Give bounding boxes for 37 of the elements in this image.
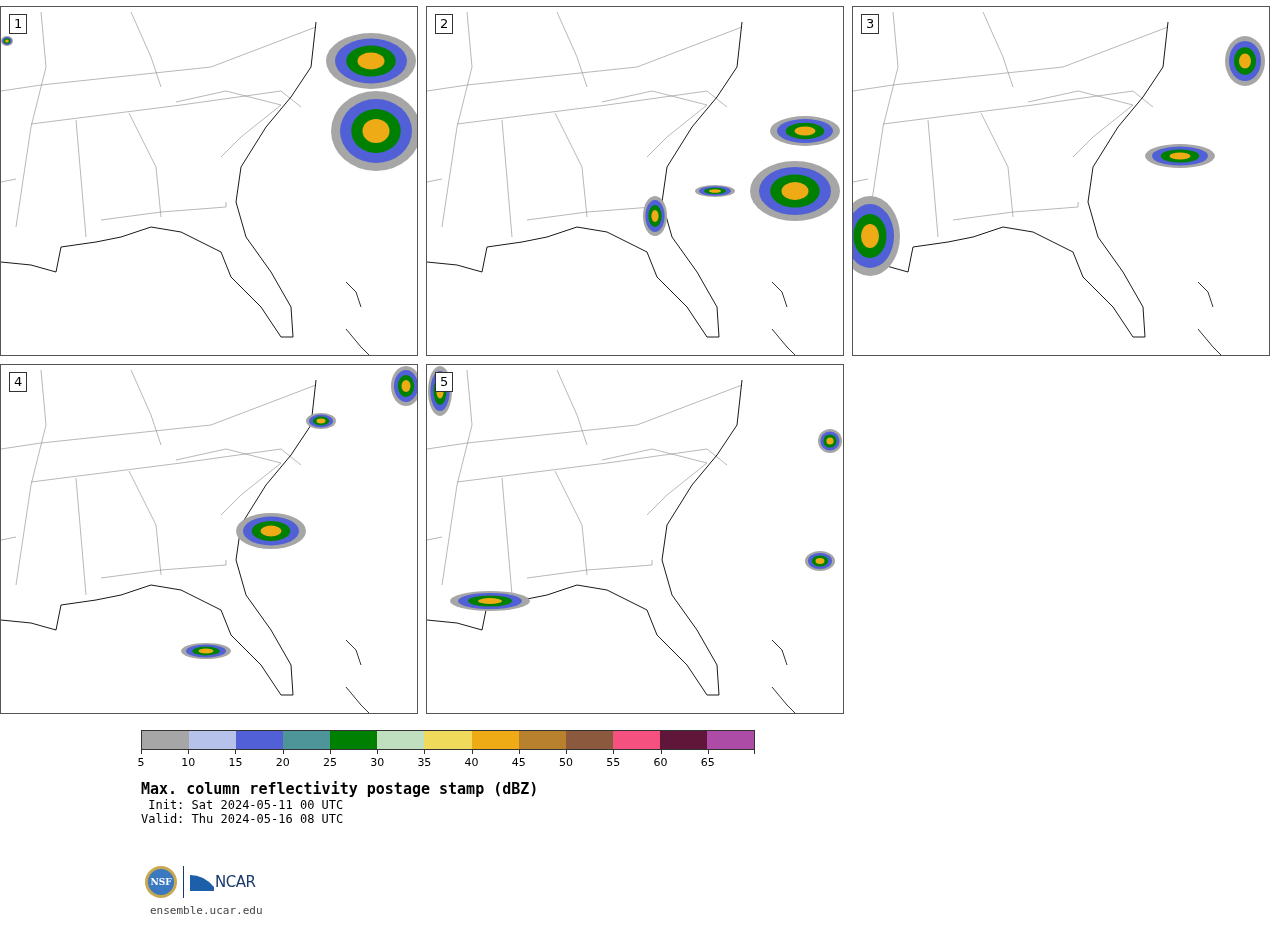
- tick-label: 45: [511, 756, 526, 769]
- radar-echo-drawing: [1145, 144, 1215, 168]
- radar-echo-drawing: [770, 116, 840, 146]
- panel-number: 4: [9, 372, 28, 392]
- radar-echo-drawing: [643, 196, 667, 236]
- init-time: Init: Sat 2024-05-11 00 UTC: [147, 798, 345, 812]
- radar-echo-drawing: [818, 429, 842, 453]
- radar-echo-drawing: [695, 185, 735, 197]
- tick-label: 40: [464, 756, 479, 769]
- tick-label: 20: [275, 756, 290, 769]
- radar-echo-drawing: [306, 413, 336, 429]
- radar-echo-drawing: [181, 643, 231, 659]
- website-url: ensemble.ucar.edu: [150, 904, 264, 917]
- panel-number: 2: [435, 14, 454, 34]
- tick-label: 55: [606, 756, 621, 769]
- panel-number: 3: [861, 14, 880, 34]
- swoosh-icon: [190, 873, 214, 891]
- radar-echo-drawing: [805, 551, 835, 571]
- tick-label: 10: [181, 756, 196, 769]
- tick-label: 30: [370, 756, 385, 769]
- valid-time: Valid: Thu 2024-05-16 08 UTC: [141, 812, 345, 826]
- panel-number: 5: [435, 372, 454, 392]
- radar-echo-drawing: [1, 36, 13, 46]
- tick-label: 25: [322, 756, 337, 769]
- tick-label: 65: [700, 756, 715, 769]
- page-title: Max. column reflectivity postage stamp (dBZ): [141, 780, 540, 798]
- radar-echo-drawing: [391, 366, 417, 406]
- tick-label: 5: [137, 756, 145, 769]
- tick-label: 60: [653, 756, 668, 769]
- seal-logo: NSF: [145, 866, 177, 898]
- panel-number: 1: [9, 14, 28, 34]
- radar-echo-drawing: [1225, 36, 1265, 86]
- radar-echo-drawing: [236, 513, 306, 549]
- tick-label: 50: [559, 756, 574, 769]
- tick-label: 35: [417, 756, 432, 769]
- tick-label: 15: [228, 756, 243, 769]
- logo-wordmark: NCAR: [215, 873, 256, 891]
